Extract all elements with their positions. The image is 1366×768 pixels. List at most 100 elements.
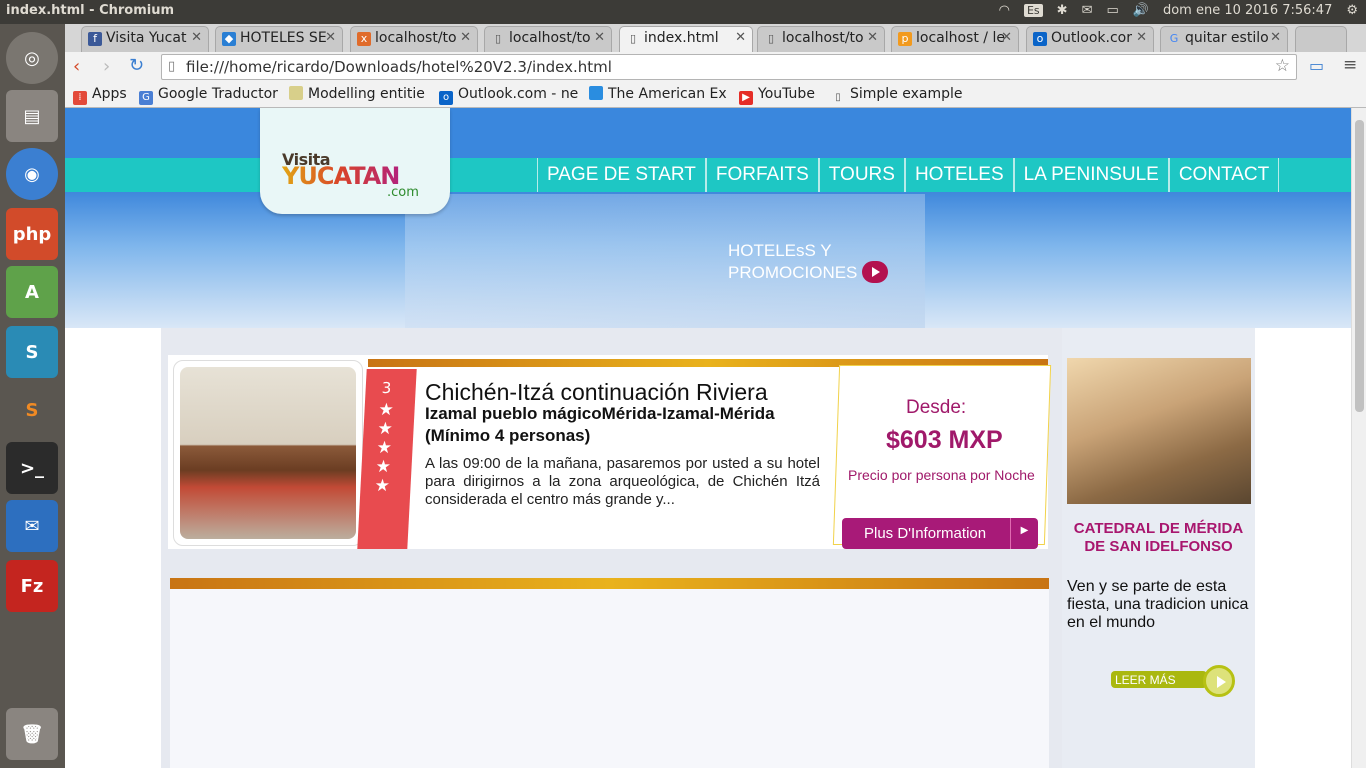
amex-icon <box>589 86 603 100</box>
promo-line1: HOTELEsS Y <box>728 241 832 260</box>
tab-label: localhost/to <box>375 30 457 46</box>
play-icon[interactable] <box>1203 665 1235 697</box>
translate-icon: G <box>139 91 153 105</box>
cast-icon[interactable]: ▭ <box>1309 56 1324 75</box>
nav-item-tours[interactable]: TOURS <box>818 158 905 192</box>
browser-toolbar: ‹ › ↻ ▯ file:///home/ricardo/Downloads/h… <box>65 52 1366 82</box>
tab-google-search[interactable]: Gquitar estilo ✕ <box>1160 26 1288 52</box>
star-count: 3 <box>381 379 392 397</box>
sidebar-title: CATEDRAL DE MÉRIDA DE SAN IDELFONSO <box>1073 520 1244 555</box>
terminal-app-icon[interactable]: >_ <box>6 442 58 494</box>
mail-icon[interactable]: ✉ <box>1082 3 1093 18</box>
android-studio-app-icon[interactable]: A <box>6 266 58 318</box>
close-icon[interactable]: ✕ <box>1001 30 1012 45</box>
unity-launcher: ◎ ▤ ◉ php A S S >_ ✉ Fz 🗑 <box>0 24 65 768</box>
sidebar: CATEDRAL DE MÉRIDA DE SAN IDELFONSO Ven … <box>1062 328 1255 768</box>
bookmark-label: Apps <box>92 86 127 102</box>
star-icon: ★ <box>374 476 391 496</box>
forward-arrow-icon[interactable]: › <box>103 56 110 77</box>
leer-mas-button[interactable]: LEER MÁS <box>1111 671 1207 688</box>
tab-label: localhost / le <box>916 30 1005 46</box>
address-bar[interactable]: ▯ file:///home/ricardo/Downloads/hotel%2… <box>161 54 1297 80</box>
close-icon[interactable]: ✕ <box>867 30 878 45</box>
web-page: Visita YUCATAN .com PAGE DE START FORFAI… <box>65 108 1351 768</box>
battery-icon[interactable]: ▭ <box>1106 3 1118 18</box>
tab-hoteles[interactable]: ◆ HOTELES SE ✕ <box>215 26 343 52</box>
more-info-button[interactable]: Plus D'Information ▶ <box>842 518 1038 549</box>
tab-localhost-3[interactable]: ▯ localhost/to ✕ <box>757 26 885 52</box>
play-icon[interactable] <box>862 261 889 283</box>
scrollbar-thumb[interactable] <box>1355 120 1364 412</box>
cathedral-photo[interactable] <box>1067 358 1251 504</box>
bookmark-outlook[interactable]: o Outlook.com - ne <box>439 86 579 105</box>
bookmark-star-icon[interactable]: ☆ <box>1275 56 1290 76</box>
trash-icon[interactable]: 🗑 <box>6 708 58 760</box>
nav-item-hoteles[interactable]: HOTELES <box>904 158 1014 192</box>
close-icon[interactable]: ✕ <box>735 30 746 45</box>
bookmark-american-express[interactable]: The American Ex <box>589 86 729 102</box>
tab-label: localhost/to <box>782 30 864 46</box>
sync-app-icon[interactable]: S <box>6 326 58 378</box>
youtube-icon: ▶ <box>739 91 753 105</box>
facebook-icon: f <box>88 32 102 46</box>
php-ide-app-icon[interactable]: php <box>6 208 58 260</box>
bookmark-simple-example[interactable]: ▯ Simple example <box>831 86 962 105</box>
chromium-app-icon[interactable]: ◉ <box>6 148 58 200</box>
tab-label: index.html <box>644 30 719 46</box>
tab-localhost-1[interactable]: x localhost/to ✕ <box>350 26 478 52</box>
ubuntu-dash-icon[interactable]: ◎ <box>6 32 58 84</box>
nav-item-page-de-start[interactable]: PAGE DE START <box>537 158 706 192</box>
keyboard-layout-indicator[interactable]: Es <box>1023 4 1043 17</box>
address-url: file:///home/ricardo/Downloads/hotel%20V… <box>186 58 612 76</box>
reload-icon[interactable]: ↻ <box>129 55 144 76</box>
wifi-icon[interactable]: ◠ <box>999 3 1010 18</box>
bookmark-modelling-entities[interactable]: Modelling entitie <box>289 86 429 102</box>
page-icon: ▯ <box>767 32 775 45</box>
tab-visita-yucatan[interactable]: f Visita Yucat ✕ <box>81 26 209 52</box>
bookmark-youtube[interactable]: ▶ YouTube <box>739 86 815 105</box>
sidebar-text: Ven y se parte de esta fiesta, una tradi… <box>1067 578 1249 631</box>
bookmark-apps[interactable]: ⁞ Apps <box>73 86 127 105</box>
close-icon[interactable]: ✕ <box>1136 30 1147 45</box>
system-top-panel: index.html - Chromium ◠ Es ✱ ✉ ▭ 🔊 dom e… <box>0 0 1366 24</box>
tab-index-html[interactable]: ▯ index.html ✕ <box>619 26 753 52</box>
close-icon[interactable]: ✕ <box>1270 30 1281 45</box>
thunderbird-app-icon[interactable]: ✉ <box>6 500 58 552</box>
back-arrow-icon[interactable]: ‹ <box>73 56 80 77</box>
settings-gear-icon[interactable]: ⚙ <box>1346 3 1358 18</box>
hotel-photo[interactable] <box>173 360 363 546</box>
logo-line2: YUCATAN <box>282 162 400 190</box>
close-icon[interactable]: ✕ <box>325 30 336 45</box>
close-icon[interactable]: ✕ <box>191 30 202 45</box>
browser-tab-strip: f Visita Yucat ✕ ◆ HOTELES SE ✕ x localhost/t… <box>65 24 1366 52</box>
volume-icon[interactable]: 🔊 <box>1133 3 1149 18</box>
files-app-icon[interactable]: ▤ <box>6 90 58 142</box>
page-icon: ▯ <box>629 32 637 45</box>
bookmark-label: YouTube <box>758 86 815 102</box>
tab-phpmyadmin[interactable]: p localhost / le ✕ <box>891 26 1019 52</box>
menu-icon[interactable]: ≡ <box>1343 55 1357 75</box>
tab-outlook[interactable]: o Outlook.cor ✕ <box>1026 26 1154 52</box>
site-logo[interactable]: Visita YUCATAN .com <box>260 108 450 214</box>
tour-card-2 <box>170 578 1049 768</box>
new-tab-button[interactable] <box>1295 26 1347 52</box>
price-per-label: Precio por persona por Noche <box>848 467 1035 483</box>
nav-item-la-peninsule[interactable]: LA PENINSULE <box>1013 158 1169 192</box>
outlook-icon: o <box>1033 32 1047 46</box>
more-info-label: Plus D'Information <box>864 525 987 542</box>
header-sky-band <box>65 108 1351 160</box>
close-icon[interactable]: ✕ <box>460 30 471 45</box>
nav-item-contact[interactable]: CONTACT <box>1168 158 1280 192</box>
close-icon[interactable]: ✕ <box>594 30 605 45</box>
clock[interactable]: dom ene 10 2016 7:56:47 <box>1163 3 1332 18</box>
tab-localhost-2[interactable]: ▯ localhost/to ✕ <box>484 26 612 52</box>
tab-label: Visita Yucat <box>106 30 187 46</box>
promo-link[interactable]: HOTELEsS Y PROMOCIONES <box>728 240 889 283</box>
filezilla-app-icon[interactable]: Fz <box>6 560 58 612</box>
page-scrollbar[interactable] <box>1351 108 1366 768</box>
sublime-text-app-icon[interactable]: S <box>6 384 58 436</box>
bookmark-google-traductor[interactable]: G Google Traductor <box>139 86 279 105</box>
star-icon: ★ <box>375 457 392 477</box>
nav-item-forfaits[interactable]: FORFAITS <box>705 158 819 192</box>
bluetooth-icon[interactable]: ✱ <box>1057 3 1068 18</box>
